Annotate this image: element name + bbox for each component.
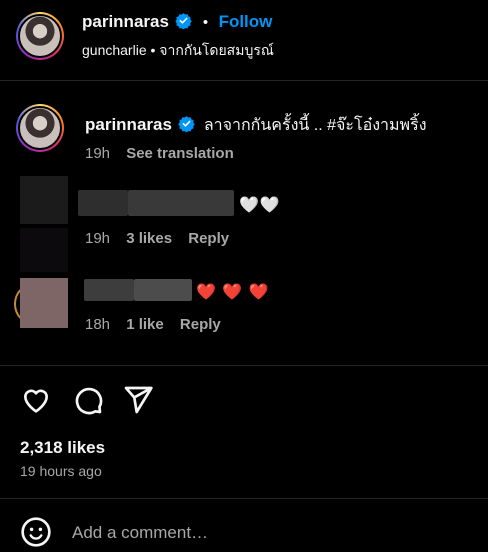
avatar-image [18, 14, 62, 58]
caption-text: ลาจากกันครั้งนี้ .. #จ๊ะโอ๋งามพริ้ง [203, 117, 427, 134]
avatar-image [18, 106, 62, 150]
comment-1-reply-button[interactable]: Reply [188, 230, 229, 247]
comment-2-time: 18h [85, 316, 111, 333]
likes-count[interactable]: 2,318 likes [20, 438, 105, 458]
comment-2-meta: 18h 1 like Reply [85, 316, 221, 333]
posted-time: 19 hours ago [20, 463, 102, 479]
verified-icon [178, 116, 196, 132]
comment-1-time: 19h [85, 230, 111, 247]
see-translation-link[interactable]: See translation [126, 145, 234, 162]
header-separator: • [202, 14, 209, 31]
heart-icon[interactable] [20, 384, 52, 416]
comment-1-blurred-username [78, 190, 128, 216]
verified-icon [175, 13, 193, 29]
header-title-row: parinnaras • Follow [82, 12, 272, 32]
caption-username[interactable]: parinnaras [85, 115, 172, 134]
header-avatar[interactable] [16, 12, 64, 60]
comment-1-emojis: 🤍🤍 [239, 197, 281, 214]
emoji-icon[interactable] [20, 516, 52, 548]
follow-button[interactable]: Follow [219, 12, 273, 31]
comment-2-likes[interactable]: 1 like [126, 316, 164, 333]
comment-2-blurred-username [84, 279, 134, 301]
header-username[interactable]: parinnaras [82, 12, 169, 31]
comment-2-blurred-text [134, 279, 192, 301]
actions-divider [0, 365, 488, 366]
caption-text-row: parinnaras ลาจากกันครั้งนี้ .. #จ๊ะโอ๋งา… [85, 113, 427, 138]
comment-divider [0, 498, 488, 499]
caption-avatar[interactable] [16, 104, 64, 152]
comment-2-emojis: ❤️ ❤️ ❤️ [196, 284, 270, 301]
caption-meta: 19h See translation [85, 145, 234, 162]
caption-time: 19h [85, 145, 111, 162]
comment-1-avatar-shadow [20, 228, 68, 272]
comment-input[interactable]: Add a comment… [72, 523, 208, 543]
comment-1-meta: 19h 3 likes Reply [85, 230, 229, 247]
header-divider [0, 80, 488, 81]
comment-1-blurred-text [128, 190, 234, 216]
comment-2-avatar[interactable] [20, 278, 68, 328]
comment-1-avatar[interactable] [20, 176, 68, 224]
comment-1-likes[interactable]: 3 likes [126, 230, 172, 247]
header-subtitle[interactable]: guncharlie • จากกันโดยสมบูรณ์ [82, 40, 274, 62]
comment-2-reply-button[interactable]: Reply [180, 316, 221, 333]
share-icon[interactable] [122, 384, 154, 416]
comment-icon[interactable] [72, 384, 104, 416]
